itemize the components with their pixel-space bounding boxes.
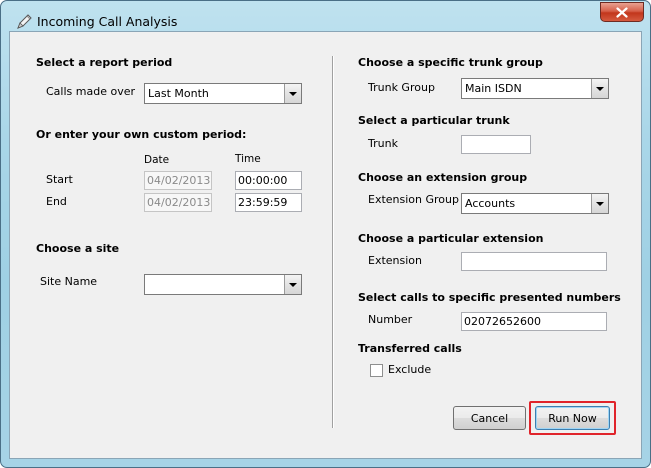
time-column-label: Time <box>235 153 261 165</box>
trunk-label: Trunk <box>368 137 398 150</box>
run-now-button[interactable]: Run Now <box>535 406 610 430</box>
date-column-label: Date <box>144 154 170 166</box>
extension-field[interactable] <box>461 252 607 271</box>
number-field[interactable]: 02072652600 <box>461 312 607 331</box>
extension-group-header: Choose an extension group <box>358 171 528 184</box>
chevron-down-icon[interactable] <box>591 194 608 213</box>
end-label: End <box>46 195 67 208</box>
custom-period-header: Or enter your own custom period: <box>36 128 247 141</box>
site-header: Choose a site <box>36 242 120 255</box>
end-time-field[interactable]: 23:59:59 <box>235 193 302 212</box>
close-button[interactable] <box>600 2 644 22</box>
trunk-group-header: Choose a specific trunk group <box>358 56 543 69</box>
transferred-calls-header: Transferred calls <box>358 342 462 355</box>
dialog-client-area: Select a report period Calls made over L… <box>9 31 642 459</box>
start-date-field: 04/02/2013 <box>144 171 212 190</box>
extension-label: Extension <box>368 254 423 267</box>
site-name-select[interactable] <box>144 274 302 295</box>
chevron-down-icon[interactable] <box>284 275 301 294</box>
exclude-label: Exclude <box>388 363 432 376</box>
close-icon <box>616 6 628 18</box>
pen-icon <box>15 13 33 31</box>
site-name-label: Site Name <box>40 275 98 288</box>
start-label: Start <box>46 173 73 186</box>
chevron-down-icon[interactable] <box>284 84 301 103</box>
trunk-header: Select a particular trunk <box>358 114 510 127</box>
extension-group-value: Accounts <box>465 197 516 210</box>
extension-header: Choose a particular extension <box>358 232 544 245</box>
column-divider <box>332 56 334 428</box>
trunk-field[interactable] <box>461 135 531 154</box>
start-time-field[interactable]: 00:00:00 <box>235 171 302 190</box>
exclude-checkbox[interactable] <box>370 364 383 377</box>
trunk-group-value: Main ISDN <box>465 82 522 95</box>
chevron-down-icon[interactable] <box>591 79 608 98</box>
report-period-header: Select a report period <box>36 56 173 69</box>
extension-group-label: Extension Group <box>368 193 459 206</box>
trunk-group-label: Trunk Group <box>368 81 435 94</box>
calls-made-over-label: Calls made over <box>46 85 135 98</box>
number-label: Number <box>368 313 413 326</box>
extension-group-select[interactable]: Accounts <box>461 193 609 214</box>
calls-made-over-value: Last Month <box>148 87 209 100</box>
trunk-group-select[interactable]: Main ISDN <box>461 78 609 99</box>
end-date-field: 04/02/2013 <box>144 193 212 212</box>
presented-numbers-header: Select calls to specific presented numbe… <box>358 291 621 304</box>
calls-made-over-select[interactable]: Last Month <box>144 83 302 104</box>
window-frame: Incoming Call Analysis Select a report p… <box>0 0 651 468</box>
cancel-button[interactable]: Cancel <box>453 406 526 430</box>
window-title: Incoming Call Analysis <box>37 14 178 29</box>
